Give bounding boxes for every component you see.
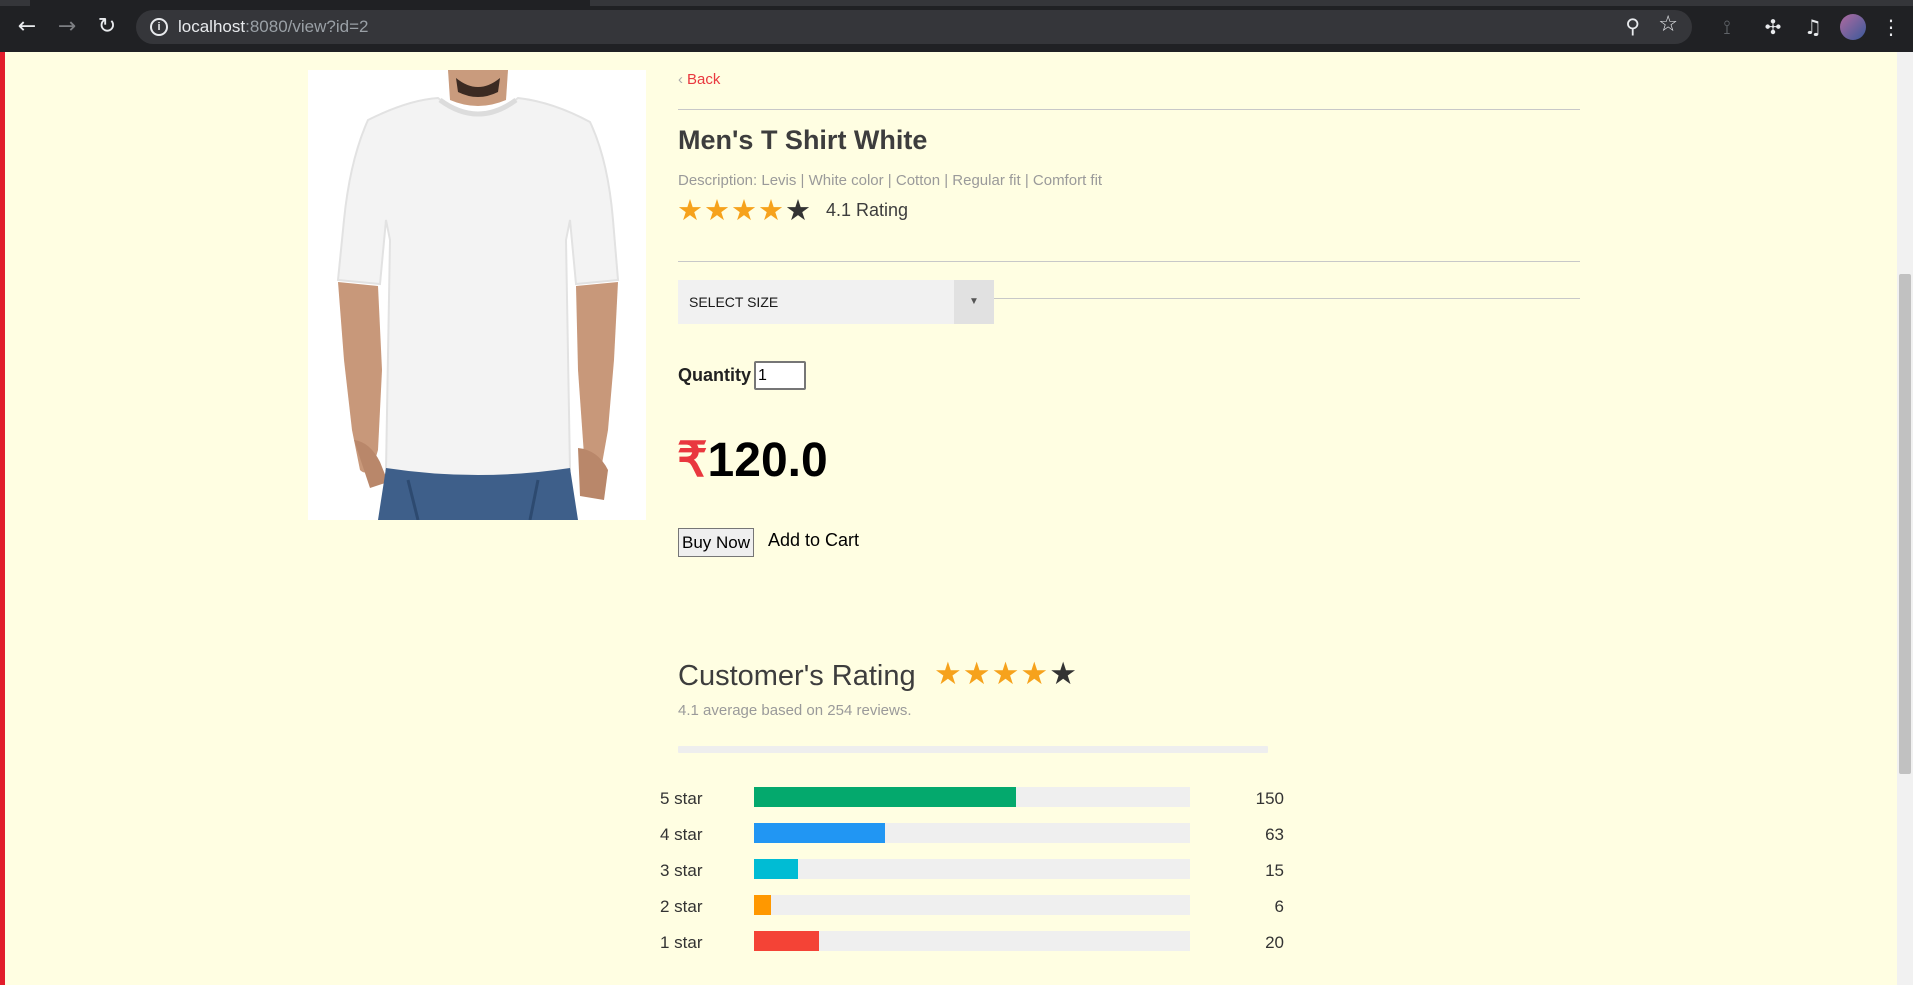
rating-divider bbox=[678, 746, 1268, 753]
rating-row: 5 star 150 bbox=[660, 785, 1300, 821]
star-filled-icon: ★ bbox=[991, 656, 1021, 692]
size-select-label: SELECT SIZE bbox=[689, 294, 779, 310]
back-link[interactable]: ‹ Back bbox=[678, 71, 720, 88]
address-bar[interactable]: i localhost:8080/view?id=2 ⚲ ☆ bbox=[136, 10, 1692, 44]
rating-bar-track bbox=[754, 859, 1190, 879]
star-filled-icon: ★ bbox=[934, 656, 963, 692]
tab-strip bbox=[0, 0, 1913, 6]
size-select[interactable]: SELECT SIZE ▼ bbox=[678, 280, 994, 324]
buy-now-button[interactable]: Buy Now bbox=[678, 528, 754, 557]
star-empty-icon: ★ bbox=[785, 193, 812, 227]
reload-icon[interactable]: ↻ bbox=[92, 12, 122, 42]
rating-bar-track bbox=[754, 931, 1190, 951]
scrollbar-thumb[interactable] bbox=[1899, 274, 1911, 774]
star-filled-icon: ★ bbox=[962, 656, 992, 692]
rating-summary: 4.1 average based on 254 reviews. bbox=[678, 702, 912, 719]
star-filled-icon: ★ bbox=[677, 193, 704, 227]
rating-bar-fill bbox=[754, 859, 798, 879]
add-to-cart-link[interactable]: Add to Cart bbox=[768, 530, 859, 551]
customer-rating-title: Customer's Rating bbox=[678, 660, 916, 692]
extensions-puzzle-icon[interactable]: ✣ bbox=[1758, 12, 1788, 42]
divider bbox=[678, 109, 1580, 110]
price-value: 120.0 bbox=[707, 434, 828, 487]
rating-row: 2 star 6 bbox=[660, 893, 1300, 929]
rating-bar-fill bbox=[754, 931, 820, 951]
rating-bar-track bbox=[754, 895, 1190, 915]
chevron-left-icon: ‹ bbox=[678, 71, 683, 88]
customer-star-rating: ★★★★★ bbox=[934, 656, 1078, 692]
star-filled-icon: ★ bbox=[1020, 656, 1050, 692]
url-text[interactable]: localhost:8080/view?id=2 bbox=[178, 17, 368, 37]
bookmark-star-icon[interactable]: ☆ bbox=[1658, 12, 1678, 37]
rating-row: 3 star 15 bbox=[660, 857, 1300, 893]
profile-avatar[interactable] bbox=[1840, 14, 1866, 40]
rating-text: 4.1 Rating bbox=[826, 200, 909, 220]
back-label: Back bbox=[687, 71, 721, 88]
url-host: localhost bbox=[178, 17, 246, 36]
rating-bar-fill bbox=[754, 787, 1016, 807]
extension-tree-icon[interactable]: ⟟ bbox=[1712, 12, 1742, 42]
quantity-label: Quantity bbox=[678, 365, 752, 385]
rating-row-label: 5 star bbox=[660, 789, 703, 808]
rating-row-label: 2 star bbox=[660, 897, 703, 916]
zoom-icon[interactable]: ⚲ bbox=[1625, 14, 1640, 38]
rating-breakdown: 5 star 150 4 star 63 3 star 15 2 star 6 … bbox=[660, 785, 1300, 965]
media-queue-icon[interactable]: ♫ bbox=[1798, 12, 1828, 42]
product-title: Men's T Shirt White bbox=[678, 125, 928, 155]
quantity-input[interactable] bbox=[754, 361, 806, 390]
scrollbar-track[interactable] bbox=[1897, 52, 1913, 985]
rating-row-count: 63 bbox=[1265, 825, 1284, 844]
rating-bar-track bbox=[754, 787, 1190, 807]
forward-arrow-icon[interactable]: → bbox=[52, 12, 82, 42]
site-info-icon[interactable]: i bbox=[150, 18, 168, 36]
tshirt-model-illustration bbox=[308, 70, 646, 520]
rupee-icon: ₹ bbox=[677, 434, 708, 487]
menu-kebab-icon[interactable]: ⋮ bbox=[1876, 12, 1906, 42]
rating-bar-track bbox=[754, 823, 1190, 843]
star-empty-icon: ★ bbox=[1049, 656, 1078, 692]
rating-row-label: 1 star bbox=[660, 933, 703, 952]
star-filled-icon: ★ bbox=[731, 193, 758, 227]
product-star-rating: ★★★★★ bbox=[677, 193, 812, 227]
back-arrow-icon[interactable]: ← bbox=[12, 12, 42, 42]
product-price: ₹120.0 bbox=[677, 432, 828, 488]
divider bbox=[994, 298, 1580, 299]
rating-bar-fill bbox=[754, 823, 885, 843]
rating-bar-fill bbox=[754, 895, 772, 915]
rating-row: 1 star 20 bbox=[660, 929, 1300, 965]
star-filled-icon: ★ bbox=[758, 193, 785, 227]
rating-row-label: 4 star bbox=[660, 825, 703, 844]
rating-row-label: 3 star bbox=[660, 861, 703, 880]
url-path: :8080/view?id=2 bbox=[245, 17, 369, 36]
star-filled-icon: ★ bbox=[704, 193, 731, 227]
active-tab[interactable] bbox=[30, 0, 590, 6]
product-description: Description: Levis | White color | Cotto… bbox=[678, 172, 1103, 189]
rating-row: 4 star 63 bbox=[660, 821, 1300, 857]
browser-toolbar: ← → ↻ i localhost:8080/view?id=2 ⚲ ☆ ⟟ ✣… bbox=[0, 0, 1913, 52]
rating-row-count: 20 bbox=[1265, 933, 1284, 952]
divider bbox=[678, 261, 1580, 262]
rating-row-count: 15 bbox=[1265, 861, 1284, 880]
caret-down-icon[interactable]: ▼ bbox=[954, 280, 994, 324]
rating-row-count: 150 bbox=[1255, 789, 1284, 808]
left-accent-bar bbox=[0, 52, 5, 985]
rating-row-count: 6 bbox=[1274, 897, 1284, 916]
product-image bbox=[308, 70, 646, 520]
